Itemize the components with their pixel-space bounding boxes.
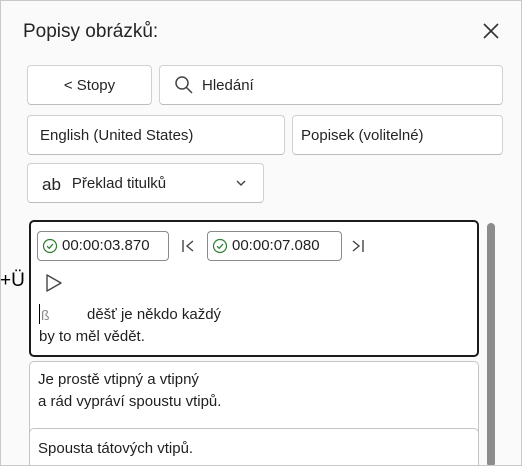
end-time-field[interactable]: 00:00:07.080	[207, 231, 342, 261]
start-time-value: 00:00:03.870	[62, 237, 150, 254]
end-time-value: 00:00:07.080	[232, 237, 320, 254]
overlay-marker: +Ü	[0, 270, 25, 291]
translate-icon: ab	[42, 175, 61, 194]
cue-item[interactable]: Spousta tátových vtipů.	[29, 428, 479, 465]
search-field[interactable]: Hledání	[159, 65, 503, 105]
cue-text-line[interactable]: by to měl vědět.	[39, 326, 145, 348]
panel-title: Popisy obrázků:	[23, 21, 159, 42]
language-label: English (United States)	[40, 126, 194, 144]
scrollbar-thumb[interactable]	[487, 223, 495, 465]
search-placeholder: Hledání	[202, 76, 254, 94]
cue-text-line[interactable]: děšť je někdo každý	[87, 304, 221, 326]
cue-text-line: Je prostě vtipný a vtipný	[38, 371, 199, 388]
caption-label-field[interactable]: Popisek (volitelné)	[292, 115, 503, 155]
cursor-glyph: ß	[41, 307, 50, 323]
caption-label-text: Popisek (volitelné)	[301, 126, 424, 144]
cue-item-active[interactable]: 00:00:03.870 00:00:07.080 ß děšť je někd…	[29, 220, 479, 357]
back-to-tracks-button[interactable]: < Stopy	[27, 65, 152, 105]
captions-panel: Popisy obrázků: < Stopy Hledání English …	[0, 0, 522, 466]
check-circle-icon	[42, 238, 58, 254]
cue-list: 00:00:03.870 00:00:07.080 ß děšť je někd…	[27, 216, 479, 465]
cue-text-line: a rád vypráví spoustu vtipů.	[38, 393, 222, 410]
skip-back-icon[interactable]	[181, 238, 195, 254]
back-button-label: < Stopy	[63, 76, 116, 94]
language-selector[interactable]: English (United States)	[27, 115, 285, 155]
translate-label: Překlad titulků	[71, 174, 167, 192]
start-time-field[interactable]: 00:00:03.870	[37, 231, 169, 261]
text-cursor	[39, 304, 40, 324]
play-icon[interactable]	[45, 273, 63, 293]
search-icon	[175, 76, 193, 94]
check-circle-icon	[212, 238, 228, 254]
skip-forward-icon[interactable]	[351, 238, 365, 254]
cue-text-line: Spousta tátových vtipů.	[38, 440, 194, 457]
close-icon[interactable]	[480, 20, 502, 42]
translate-captions-dropdown[interactable]: ab Překlad titulků	[27, 163, 264, 203]
chevron-down-icon	[236, 180, 246, 186]
